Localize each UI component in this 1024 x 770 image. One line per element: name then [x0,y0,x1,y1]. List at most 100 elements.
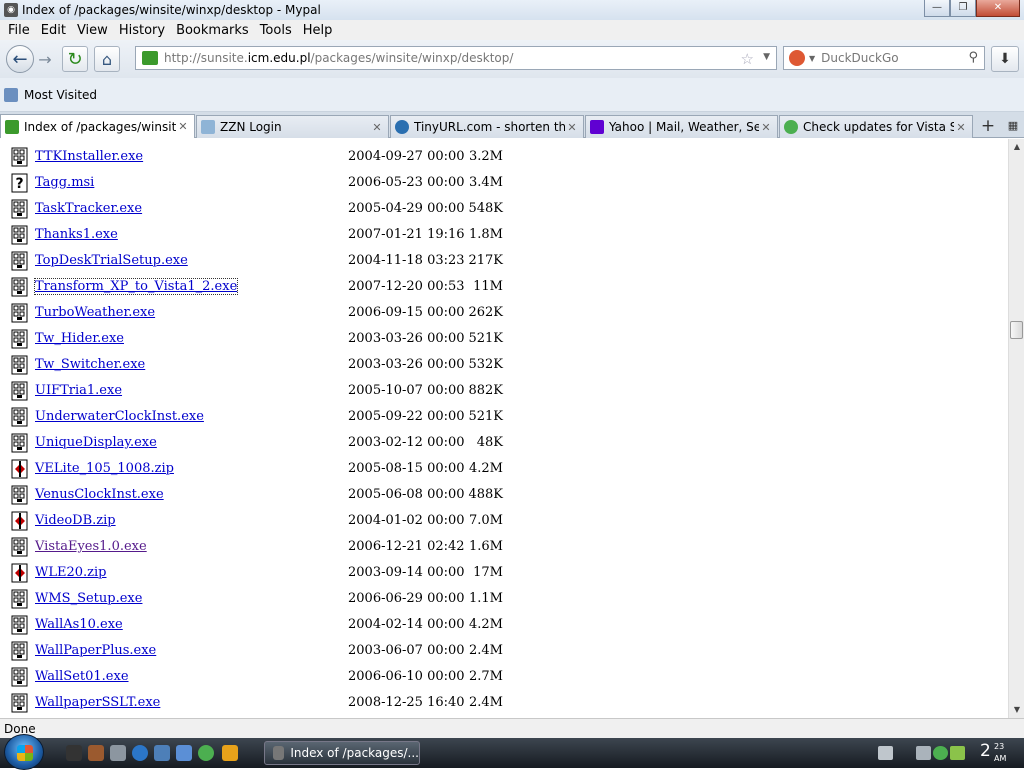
scroll-up-icon[interactable]: ▲ [1009,139,1024,155]
file-link[interactable]: WMS_Setup.exe [35,591,142,606]
file-size: 1.1M [469,591,503,606]
security-tray-icon[interactable] [933,746,948,760]
file-link[interactable]: WallpaperSSLT.exe [35,695,160,710]
file-size: 882K [468,383,503,398]
quicklaunch-link-icon[interactable] [176,745,192,761]
scroll-down-icon[interactable]: ▼ [1009,702,1024,718]
tab-close-icon[interactable]: ✕ [176,120,190,133]
file-link[interactable]: TurboWeather.exe [35,305,155,320]
tab-close-icon[interactable]: ✕ [370,121,384,134]
scroll-thumb[interactable] [1010,321,1023,339]
file-link[interactable]: Tagg.msi [35,175,94,190]
tab-close-icon[interactable]: ✕ [954,121,968,134]
app-icon[interactable]: ◉ [4,3,18,17]
file-size: 521K [468,331,503,346]
url-bar[interactable]: http://sunsite.icm.edu.pl/packages/winsi… [135,46,777,70]
tab-close-icon[interactable]: ✕ [759,121,773,134]
tab-label: Index of /packages/winsite... [24,119,176,134]
file-date: 2003-09-14 00:00 [348,565,465,580]
search-input[interactable]: DuckDuckGo [821,51,898,65]
tab-index-of-packages[interactable]: Index of /packages/winsite... ✕ [0,114,195,138]
status-bar: Done [0,718,1024,738]
file-date: 2005-09-22 00:00 [348,409,465,424]
file-date: 2005-08-15 00:00 [348,461,465,476]
file-date: 2008-12-25 16:40 [348,695,465,710]
show-desktop-icon[interactable] [110,745,126,761]
url-text[interactable]: http://sunsite.icm.edu.pl/packages/winsi… [164,51,513,65]
file-link[interactable]: UnderwaterClockInst.exe [35,409,204,424]
binary-file-icon [11,641,29,661]
bookmark-star-icon[interactable]: ☆ [741,50,754,68]
url-host: icm.edu.pl [247,51,311,65]
file-link[interactable]: TopDeskTrialSetup.exe [35,253,188,268]
menu-history[interactable]: History [115,23,172,38]
internet-explorer-icon[interactable] [132,745,148,761]
home-button[interactable]: ⌂ [94,46,120,72]
minimize-icon[interactable]: — [924,0,950,17]
close-icon[interactable]: ✕ [976,0,1020,17]
file-date: 2006-05-23 00:00 [348,175,465,190]
quicklaunch-window-icon[interactable] [154,745,170,761]
file-link[interactable]: UIFTria1.exe [35,383,122,398]
new-tab-button[interactable]: + [977,116,999,136]
file-link[interactable]: WallSet01.exe [35,669,129,684]
duckduckgo-engine-icon[interactable] [789,50,805,66]
vertical-scrollbar[interactable]: ▲ ▼ [1008,139,1024,718]
back-button[interactable]: ← [6,45,34,73]
menu-bookmarks[interactable]: Bookmarks [172,23,256,38]
binary-file-icon [11,199,29,219]
svg-text:?: ? [15,176,23,192]
restore-icon[interactable]: ❐ [950,0,976,17]
forward-button[interactable]: → [34,46,56,72]
downloads-button[interactable]: ⬇ [991,46,1019,72]
file-link[interactable]: Tw_Hider.exe [35,331,124,346]
tab-label: Check updates for Vista St... [803,120,954,134]
file-link[interactable]: WallAs10.exe [35,617,123,632]
file-date: 2007-01-21 19:16 [348,227,465,242]
title-bar: ◉ Index of /packages/winsite/winxp/deskt… [0,0,1024,20]
file-link[interactable]: Tw_Switcher.exe [35,357,145,372]
file-size: 262K [468,305,503,320]
quicklaunch-mypal-icon[interactable] [88,745,104,761]
menu-help[interactable]: Help [299,23,340,38]
menu-file[interactable]: File [4,23,37,38]
file-link[interactable]: Thanks1.exe [35,227,118,242]
keyboard-tray-icon[interactable] [878,746,893,760]
network-tray-icon[interactable] [916,746,931,760]
menu-view[interactable]: View [73,23,115,38]
tab-yahoo[interactable]: Yahoo | Mail, Weather, Sea... ✕ [585,115,778,138]
file-link[interactable]: WLE20.zip [35,565,107,580]
tab-tinyurl[interactable]: TinyURL.com - shorten tha... ✕ [390,115,584,138]
url-history-dropdown-icon[interactable]: ▼ [763,52,770,62]
update-tray-icon[interactable] [950,746,965,760]
taskbar-window-button[interactable]: Index of /packages/... [264,741,420,765]
file-link[interactable]: WallPaperPlus.exe [35,643,156,658]
binary-file-icon [11,355,29,375]
file-link[interactable]: UniqueDisplay.exe [35,435,157,450]
menu-tools[interactable]: Tools [256,23,299,38]
list-all-tabs-icon[interactable]: ▦ [1004,116,1022,136]
menu-edit[interactable]: Edit [37,23,73,38]
search-bar[interactable]: ▼ DuckDuckGo ⚲ [783,46,985,70]
tab-close-icon[interactable]: ✕ [565,121,579,134]
file-link[interactable]: VistaEyes1.0.exe [35,539,147,554]
reload-button[interactable]: ↻ [62,46,88,72]
file-link[interactable]: Transform_XP_to_Vista1_2.exe [33,278,239,295]
start-button[interactable] [4,734,44,770]
quicklaunch-app-icon[interactable] [66,745,82,761]
search-icon[interactable]: ⚲ [968,50,978,65]
mypal-icon [273,746,285,760]
system-clock[interactable]: 2 23 AM [980,741,1006,763]
file-link[interactable]: TaskTracker.exe [35,201,142,216]
file-link[interactable]: VideoDB.zip [35,513,116,528]
archive-file-icon [11,563,29,583]
most-visited-bookmark[interactable]: Most Visited [24,88,97,102]
tab-zzn-login[interactable]: ZZN Login ✕ [196,115,389,138]
quicklaunch-shield-icon[interactable] [198,745,214,761]
tab-check-updates[interactable]: Check updates for Vista St... ✕ [779,115,973,138]
file-link[interactable]: VELite_105_1008.zip [35,461,174,476]
file-link[interactable]: VenusClockInst.exe [35,487,164,502]
media-player-icon[interactable] [222,745,238,761]
search-engine-dropdown-icon[interactable]: ▼ [809,54,815,63]
file-link[interactable]: TTKInstaller.exe [35,149,143,164]
